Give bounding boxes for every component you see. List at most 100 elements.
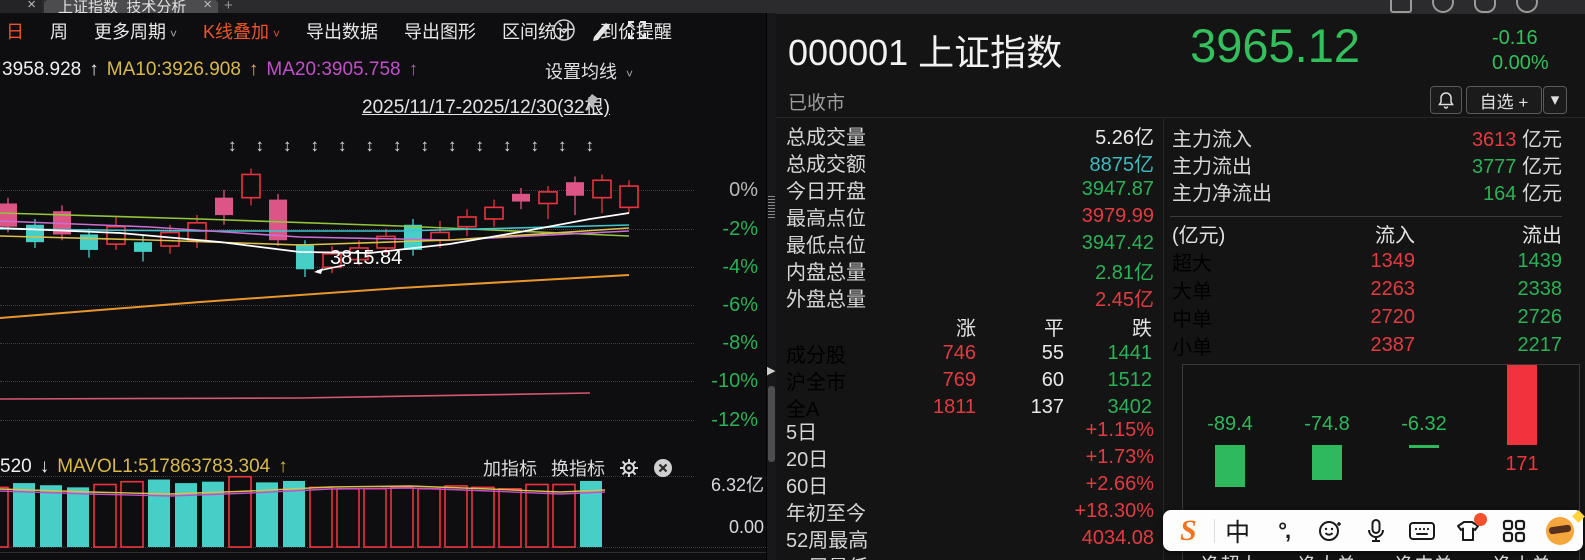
microphone-icon[interactable] bbox=[1353, 510, 1399, 551]
stat-label: 最低点位 bbox=[786, 235, 866, 257]
punctuation-toggle-icon[interactable]: °, bbox=[1261, 510, 1307, 551]
flow-label: 主力流入 bbox=[1172, 129, 1252, 151]
flow-amount: 3613 bbox=[1471, 129, 1517, 151]
alert-bell-button[interactable] bbox=[1430, 86, 1462, 114]
y-axis-label: -6% bbox=[722, 294, 758, 316]
updown-arrow-marker: ↕ bbox=[503, 136, 512, 155]
scrollbar-thumb[interactable] bbox=[768, 386, 775, 462]
trend-up-icon: ↑ bbox=[408, 59, 419, 80]
updown-arrow-marker: ↕ bbox=[310, 136, 320, 155]
search-icon[interactable] bbox=[1432, 0, 1454, 13]
gridline bbox=[0, 381, 694, 382]
flow-value: 3777 亿元 bbox=[1472, 150, 1562, 179]
ma-values-bar: 3958.928 ↑ MA10:3926.908 ↑ MA20:3905.758… bbox=[2, 58, 418, 82]
up-count: 746 bbox=[942, 342, 976, 364]
ma-settings-button[interactable]: 设置均线 ˅ bbox=[545, 58, 633, 84]
net-flow-bar bbox=[1215, 445, 1245, 487]
skin-icon[interactable] bbox=[1445, 510, 1491, 551]
order-flow-table: (亿元) 流入 流出 超大 1349 1439 大单 2263 2338 中单 2720 2726 小单… bbox=[1172, 219, 1562, 359]
unit-header: (亿元) bbox=[1172, 225, 1226, 247]
gridline bbox=[0, 305, 694, 306]
settings-icon[interactable] bbox=[1516, 0, 1538, 13]
chinese-mode-toggle[interactable]: 中 bbox=[1215, 510, 1261, 551]
volume-axis-min: 0.00 bbox=[728, 517, 764, 537]
breadth-header: 跌 bbox=[1132, 318, 1152, 340]
period-value: +1.15% bbox=[1085, 419, 1154, 441]
breadth-header: 平 bbox=[1044, 318, 1064, 340]
chevron-down-icon: ˅ bbox=[273, 27, 281, 41]
y-axis-label: -2% bbox=[722, 218, 758, 240]
change-percent: 0.00% bbox=[1492, 52, 1549, 74]
ai-assistant-icon[interactable] bbox=[1537, 510, 1585, 551]
flow-label: 主力净流出 bbox=[1172, 183, 1272, 205]
stat-row: 最低点位 3947.42 bbox=[786, 230, 1154, 257]
period-label: 20日 bbox=[786, 449, 829, 471]
toolbar-item-导出图形[interactable]: 导出图形 bbox=[391, 12, 489, 48]
flow-table-row: 小单 2387 2217 bbox=[1172, 331, 1562, 359]
ma-settings-label: 设置均线 bbox=[545, 62, 617, 82]
stat-value: 3947.42 bbox=[1081, 232, 1154, 254]
monitor-icon[interactable] bbox=[1390, 0, 1412, 13]
chevron-down-icon: ˅ bbox=[626, 67, 634, 81]
add-watchlist-button[interactable]: 自选 + bbox=[1466, 86, 1542, 114]
stat-value: 3947.87 bbox=[1081, 178, 1154, 200]
date-range-link[interactable]: 2025/11/17-2025/12/30(32根) bbox=[362, 92, 610, 119]
price-change: -0.16 0.00% bbox=[1492, 26, 1549, 76]
stat-label: 内盘总量 bbox=[786, 262, 866, 284]
collapse-arrow-icon[interactable]: ▶ bbox=[767, 364, 775, 377]
add-indicator-button[interactable]: 加指标 bbox=[483, 455, 537, 481]
net-flow-value-label: -6.32 bbox=[1401, 413, 1447, 435]
net-flow-category-label: 净超大 bbox=[1188, 550, 1272, 560]
up-count: 1811 bbox=[932, 396, 976, 418]
period-value: +2.66% bbox=[1085, 473, 1154, 495]
ma20-value: MA20:3905.758 bbox=[266, 59, 401, 80]
in-header: 流入 bbox=[1375, 225, 1415, 247]
trend-down-icon: ↓ bbox=[39, 456, 50, 477]
stat-label: 总成交额 bbox=[786, 154, 866, 176]
pin-icon[interactable] bbox=[585, 92, 603, 112]
divider-line bbox=[776, 117, 1585, 118]
period-row: 5日 +1.15% bbox=[786, 417, 1154, 444]
brush-icon[interactable] bbox=[590, 19, 612, 41]
stat-row: 总成交量 5.26亿 bbox=[786, 122, 1154, 149]
toolbar-item-K线叠加[interactable]: K线叠加 ˅ bbox=[190, 12, 293, 48]
divider-grip-handle[interactable] bbox=[768, 196, 775, 220]
updown-arrow-marker: ↕ bbox=[365, 136, 375, 155]
flow-value: 3613 亿元 bbox=[1472, 123, 1562, 152]
circle-chevron-down-icon[interactable] bbox=[552, 18, 576, 42]
toolbar-item-导出数据[interactable]: 导出数据 bbox=[293, 12, 391, 48]
inflow-value: 1349 bbox=[1370, 250, 1416, 272]
period-label: 5日 bbox=[786, 422, 818, 444]
trend-up-icon: ↑ bbox=[278, 456, 288, 477]
sogou-logo-icon[interactable]: S bbox=[1163, 510, 1214, 551]
keyboard-icon[interactable] bbox=[1399, 510, 1445, 551]
outflow-value: 1439 bbox=[1517, 250, 1563, 272]
market-status: 已收市 bbox=[788, 93, 846, 114]
emoji-icon[interactable] bbox=[1307, 510, 1353, 551]
fund-flow-row: 主力流出 3777 亿元 bbox=[1172, 151, 1562, 178]
y-axis-label: -8% bbox=[722, 332, 758, 354]
outflow-value: 2217 bbox=[1517, 334, 1563, 356]
updown-arrow-marker: ↕ bbox=[530, 136, 540, 155]
bell-icon bbox=[1438, 91, 1454, 109]
fullscreen-icon[interactable] bbox=[626, 19, 648, 41]
refresh-icon[interactable] bbox=[1474, 0, 1496, 13]
down-count: 1441 bbox=[1107, 342, 1153, 364]
switch-indicator-button[interactable]: 换指标 bbox=[551, 455, 605, 481]
order-size-label: 小单 bbox=[1172, 337, 1212, 359]
flat-count: 137 bbox=[1030, 396, 1064, 418]
mavol-value: MAVOL1:517863783.304 bbox=[57, 456, 271, 477]
fund-flow-row: 主力流入 3613 亿元 bbox=[1172, 124, 1562, 151]
close-circle-icon[interactable] bbox=[653, 458, 673, 478]
stat-row: 外盘总量 2.45亿 bbox=[786, 284, 1154, 311]
gear-icon[interactable] bbox=[619, 458, 639, 478]
net-flow-category-label: 净中单 bbox=[1382, 550, 1466, 560]
watchlist-dropdown-button[interactable]: ▾ bbox=[1543, 86, 1567, 114]
apps-grid-icon[interactable] bbox=[1491, 510, 1537, 551]
toolbar-item-更多周期[interactable]: 更多周期 ˅ bbox=[81, 12, 190, 48]
updown-arrow-marker: ↕ bbox=[338, 136, 347, 155]
breadth-header: 涨 bbox=[956, 318, 976, 340]
stat-row: 最高点位 3979.99 bbox=[786, 203, 1154, 230]
toolbar-item-周[interactable]: 周 bbox=[37, 12, 81, 48]
toolbar-item-日[interactable]: 日 bbox=[0, 12, 37, 48]
